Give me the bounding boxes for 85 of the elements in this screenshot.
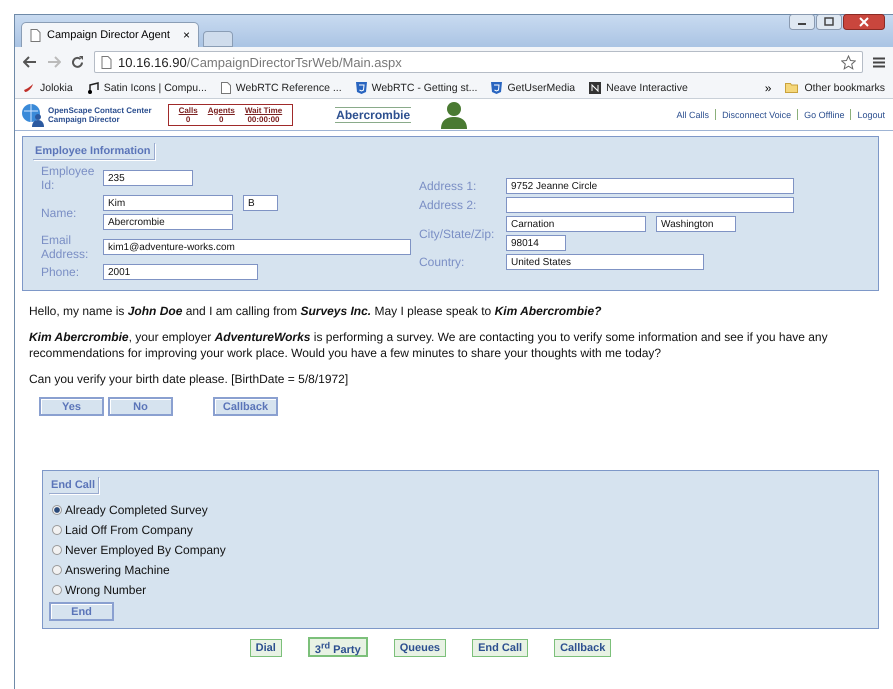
field-label: Country:	[419, 255, 466, 269]
text-field[interactable]: 9752 Jeanne Circle	[506, 178, 794, 194]
text-field[interactable]: kim1@adventure-works.com	[103, 239, 411, 255]
close-tab-button[interactable]: ×	[182, 28, 190, 42]
globe-people-icon	[21, 102, 45, 126]
bookmark[interactable]: Neave Interactive	[589, 82, 688, 94]
folder-icon	[785, 82, 800, 93]
stat-link[interactable]: Calls	[178, 106, 198, 114]
option-label: Answering Machine	[65, 563, 170, 577]
panel-legend: Employee Information	[33, 143, 155, 160]
header-link[interactable]: Go Offline	[804, 110, 844, 120]
stat-value: 0	[219, 114, 224, 124]
star-icon[interactable]	[841, 54, 856, 70]
text-field[interactable]: 2001	[103, 264, 258, 280]
field-label: Name:	[41, 206, 78, 220]
text-field[interactable]: Kim	[103, 195, 233, 211]
field-label: Employee Id:	[41, 164, 96, 192]
radio-button[interactable]	[52, 525, 62, 535]
stat-link[interactable]: Wait Time	[244, 106, 282, 114]
page-icon	[101, 56, 112, 68]
bookmark-label: Other bookmarks	[804, 82, 885, 94]
header-link[interactable]: Disconnect Voice	[722, 110, 792, 120]
text-field[interactable]: 235	[103, 170, 193, 186]
text-field[interactable]: B	[243, 195, 278, 211]
page-icon	[30, 28, 41, 42]
radio-button[interactable]	[52, 565, 62, 575]
option-label: Wrong Number	[65, 583, 146, 597]
menu-icon[interactable]	[873, 56, 885, 68]
field-label: Address 2:	[419, 198, 478, 212]
agent-name: Abercrombie	[335, 106, 412, 122]
toolbar-button[interactable]: 3$^{rd}$ Party	[308, 637, 368, 657]
script-paragraph: Can you verify your birth date please. [BirthDate = 5/8/1972]	[29, 371, 350, 387]
text-field[interactable]: Washington	[656, 216, 736, 232]
text-field[interactable]: 98014	[506, 235, 566, 251]
stat-value: 0	[186, 114, 190, 124]
other-bookmarks-folder[interactable]: Other bookmarks	[785, 82, 885, 94]
shield-icon	[356, 82, 367, 94]
text-field[interactable]: Abercrombie	[103, 214, 233, 230]
field-label: Email Address:	[41, 233, 90, 261]
script-paragraph: Kim Abercrombie, your employer AdventureWorks is performing a survey. We are contacting you to verify some information and see if you have any recommendations for improving your work place. Would you have a few minutes to share your thoughts with me today?	[29, 329, 829, 361]
back-icon[interactable]	[23, 56, 37, 68]
toolbar-button[interactable]: Dial	[250, 639, 282, 657]
bookmark-label: GetUserMedia	[507, 82, 576, 94]
header-link[interactable]: Logout	[857, 110, 885, 120]
field-label: Phone:	[41, 265, 80, 279]
product-name: Campaign Director	[48, 114, 121, 124]
minimize-icon[interactable]	[789, 14, 815, 30]
browser-tab[interactable]: Campaign Director Agent ×	[21, 22, 199, 47]
text-field[interactable]	[506, 197, 794, 213]
option-label: Already Completed Survey	[65, 503, 208, 517]
shield-icon	[491, 82, 502, 94]
bookmark-label: Neave Interactive	[606, 82, 688, 94]
header-link[interactable]: All Calls	[676, 110, 710, 120]
text-field[interactable]: United States	[506, 254, 704, 270]
reload-icon[interactable]	[71, 56, 84, 68]
person-icon	[441, 100, 468, 128]
field-label: Address 1:	[419, 179, 478, 193]
radio-button[interactable]	[52, 545, 62, 555]
radio-button[interactable]	[52, 505, 62, 515]
stat-value: 00:00:00	[247, 114, 280, 124]
music-note-icon	[86, 82, 99, 94]
radio-button[interactable]	[52, 585, 62, 595]
toolbar-button[interactable]: Callback	[554, 639, 612, 657]
chili-icon	[23, 82, 35, 94]
more-bookmarks-button[interactable]: »	[764, 80, 772, 94]
url-text: 10.16.16.90/CampaignDirectorTsrWeb/Main.aspx	[118, 54, 402, 70]
tab-title: Campaign Director Agent	[47, 29, 170, 41]
option-label: Laid Off From Company	[65, 523, 193, 537]
close-icon[interactable]	[843, 14, 885, 30]
field-label: City/State/Zip:	[419, 226, 496, 240]
bookmark[interactable]: GetUserMedia	[491, 82, 576, 94]
bookmark-label: Jolokia	[40, 82, 73, 94]
panel-legend: End Call	[49, 477, 100, 494]
toolbar-button[interactable]: End Call	[472, 639, 528, 657]
option-label: Never Employed By Company	[65, 543, 226, 557]
bookmark[interactable]: Jolokia	[23, 82, 73, 94]
toolbar-button[interactable]: Queues	[394, 639, 446, 657]
script-paragraph: Hello, my name is John Doe and I am calling from Surveys Inc. May I please speak to Kim Abercrombie?	[29, 303, 602, 319]
text-field[interactable]: Carnation	[506, 216, 646, 232]
page-icon	[220, 82, 231, 94]
address-bar[interactable]: 10.16.16.90/CampaignDirectorTsrWeb/Main.aspx	[94, 51, 863, 73]
stat-link[interactable]: Agents	[208, 106, 235, 114]
product-name: OpenScape Contact Center	[48, 106, 152, 114]
maximize-icon[interactable]	[816, 14, 842, 30]
square-icon	[589, 82, 602, 94]
